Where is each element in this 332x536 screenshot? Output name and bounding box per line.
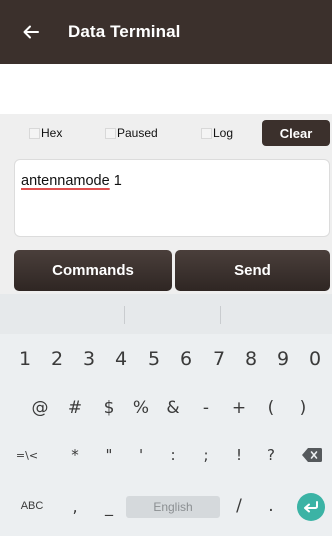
key-comma[interactable]: , (63, 492, 87, 520)
key-period[interactable]: . (259, 492, 283, 520)
key-1[interactable]: 1 (14, 346, 36, 372)
enter-icon[interactable] (297, 493, 325, 521)
key-hash[interactable]: # (63, 395, 87, 421)
hex-label: Hex (41, 126, 63, 140)
key-exclamation[interactable]: ! (227, 442, 251, 468)
suggestion-divider (220, 306, 221, 324)
key-underscore[interactable]: _ (97, 492, 121, 520)
soft-keyboard: 1 2 3 4 5 6 7 8 9 0 @ # $ % & - + ( ) =\… (0, 294, 332, 536)
suggestion-divider (124, 306, 125, 324)
clear-button[interactable]: Clear (262, 120, 330, 146)
key-plus[interactable]: + (227, 395, 251, 421)
key-8[interactable]: 8 (240, 346, 262, 372)
key-4[interactable]: 4 (110, 346, 132, 372)
key-open-paren[interactable]: ( (259, 395, 283, 421)
terminal-input[interactable]: antennamode 1 (14, 159, 330, 237)
page-title: Data Terminal (68, 22, 181, 41)
key-2[interactable]: 2 (46, 346, 68, 372)
key-more-symbols[interactable]: =\< (10, 442, 44, 468)
key-semicolon[interactable]: ; (194, 442, 218, 468)
key-percent[interactable]: % (129, 395, 153, 421)
backspace-icon[interactable] (298, 442, 326, 468)
key-3[interactable]: 3 (78, 346, 100, 372)
checkbox-box[interactable] (201, 127, 212, 139)
key-minus[interactable]: - (194, 395, 218, 421)
key-double-quote[interactable]: " (97, 442, 121, 468)
input-text-misspelled: antennamode (21, 173, 110, 189)
commands-button[interactable]: Commands (14, 250, 172, 291)
action-bar: Commands Send (0, 244, 332, 294)
key-7[interactable]: 7 (208, 346, 230, 372)
paused-checkbox[interactable]: Paused (105, 126, 158, 140)
key-single-quote[interactable]: ' (129, 442, 153, 468)
key-ampersand[interactable]: & (161, 395, 185, 421)
key-question[interactable]: ? (259, 442, 283, 468)
key-asterisk[interactable]: * (63, 442, 87, 468)
key-dollar[interactable]: $ (97, 395, 121, 421)
key-6[interactable]: 6 (175, 346, 197, 372)
send-button[interactable]: Send (175, 250, 330, 291)
key-9[interactable]: 9 (272, 346, 294, 372)
suggestion-strip[interactable] (0, 294, 332, 334)
space-key[interactable]: English (126, 496, 220, 518)
arrow-left-icon[interactable] (20, 21, 42, 43)
key-close-paren[interactable]: ) (291, 395, 315, 421)
key-at[interactable]: @ (27, 395, 53, 421)
terminal-input-area: antennamode 1 (0, 152, 332, 244)
paused-label: Paused (117, 126, 158, 140)
abc-key[interactable]: ABC (14, 492, 50, 520)
app-bar: Data Terminal (0, 0, 332, 64)
key-colon[interactable]: : (161, 442, 185, 468)
hex-checkbox[interactable]: Hex (29, 126, 62, 140)
log-checkbox[interactable]: Log (201, 126, 233, 140)
checkbox-box[interactable] (105, 127, 116, 139)
log-label: Log (213, 126, 234, 140)
key-5[interactable]: 5 (143, 346, 165, 372)
key-0[interactable]: 0 (304, 346, 326, 372)
checkbox-box[interactable] (29, 127, 40, 139)
input-text-rest: 1 (109, 173, 122, 189)
key-slash[interactable]: / (227, 492, 251, 520)
options-row: Hex Paused Log Clear (0, 114, 332, 152)
